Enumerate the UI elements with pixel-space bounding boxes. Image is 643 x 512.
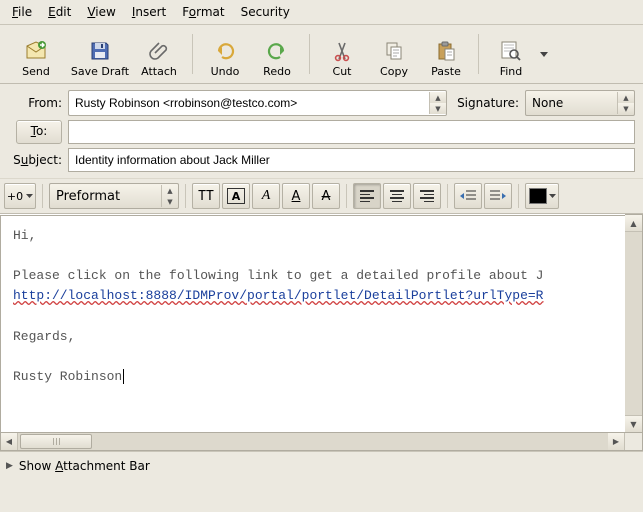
from-input[interactable] <box>69 96 429 110</box>
signature-label: Signature: <box>457 96 519 110</box>
find-icon <box>499 39 523 63</box>
strikethrough-button[interactable]: A <box>312 183 340 209</box>
vertical-scrollbar[interactable]: ▲ ▼ <box>625 214 643 433</box>
toolbar-overflow[interactable] <box>537 30 551 78</box>
from-label: From: <box>28 96 62 110</box>
underline-button[interactable]: A <box>282 183 310 209</box>
floppy-disk-icon <box>88 39 112 63</box>
from-combo[interactable]: ▲▼ <box>68 90 447 116</box>
send-button[interactable]: Send <box>4 29 68 79</box>
attachment-bar-toggle[interactable]: ▶ Show Attachment Bar <box>0 451 643 480</box>
scroll-down-button[interactable]: ▼ <box>625 415 642 432</box>
scissors-icon <box>330 39 354 63</box>
redo-button[interactable]: Redo <box>251 29 303 79</box>
horizontal-scrollbar[interactable]: ◀ ▶ <box>0 433 643 451</box>
align-left-button[interactable] <box>353 183 381 209</box>
menu-insert[interactable]: Insert <box>124 3 174 21</box>
send-mail-icon <box>24 39 48 63</box>
scroll-track[interactable] <box>625 232 642 415</box>
expander-triangle-icon: ▶ <box>6 461 13 471</box>
chevron-down-icon <box>549 194 556 198</box>
scroll-right-button[interactable]: ▶ <box>608 433 625 450</box>
subject-label: Subject: <box>13 153 62 167</box>
undo-icon <box>213 39 237 63</box>
scroll-thumb[interactable] <box>20 434 92 449</box>
scroll-track[interactable] <box>18 433 608 450</box>
align-center-icon <box>390 190 404 202</box>
font-size-button[interactable]: +0 <box>4 183 36 209</box>
align-right-icon <box>420 190 434 202</box>
save-draft-button[interactable]: Save Draft <box>68 29 132 79</box>
copy-icon <box>382 39 406 63</box>
copy-button[interactable]: Copy <box>368 29 420 79</box>
menu-file[interactable]: File <box>4 3 40 21</box>
find-button[interactable]: Find <box>485 29 537 79</box>
from-stepper[interactable]: ▲▼ <box>429 92 446 114</box>
italic-button[interactable]: A <box>252 183 280 209</box>
header-fields: From: ▲▼ Signature: None ▲▼ To: Subject: <box>5 88 638 174</box>
menubar: File Edit View Insert Format Security <box>0 0 643 25</box>
chevron-down-icon <box>26 194 33 198</box>
align-left-icon <box>360 190 374 202</box>
paste-button[interactable]: Paste <box>420 29 472 79</box>
menu-edit[interactable]: Edit <box>40 3 79 21</box>
toolbar-separator <box>192 34 193 74</box>
indent-button[interactable] <box>484 183 512 209</box>
detail-portlet-link[interactable]: http://localhost:8888/IDMProv/portal/por… <box>13 288 544 303</box>
to-input[interactable] <box>68 120 635 144</box>
bold-button[interactable]: A <box>222 183 250 209</box>
attach-button[interactable]: Attach <box>132 29 186 79</box>
toolbar-separator <box>309 34 310 74</box>
message-body[interactable]: Hi, Please click on the following link t… <box>0 215 626 433</box>
main-toolbar: Send Save Draft Attach Undo Redo Cut <box>0 25 643 84</box>
scroll-left-button[interactable]: ◀ <box>1 433 18 450</box>
align-right-button[interactable] <box>413 183 441 209</box>
unindent-icon <box>460 189 476 203</box>
align-center-button[interactable] <box>383 183 411 209</box>
undo-button[interactable]: Undo <box>199 29 251 79</box>
typewriter-button[interactable]: TT <box>192 183 220 209</box>
signature-stepper[interactable]: ▲▼ <box>617 92 634 114</box>
paragraph-style-combo[interactable]: Preformat ▲▼ <box>49 183 179 209</box>
signature-value: None <box>526 96 617 110</box>
text-caret <box>123 369 124 384</box>
paperclip-icon <box>147 39 171 63</box>
format-toolbar: +0 Preformat ▲▼ TT A A A A <box>0 178 643 214</box>
signature-combo[interactable]: None ▲▼ <box>525 90 635 116</box>
indent-icon <box>490 189 506 203</box>
menu-security[interactable]: Security <box>233 3 298 21</box>
cut-button[interactable]: Cut <box>316 29 368 79</box>
redo-icon <box>265 39 289 63</box>
menu-view[interactable]: View <box>79 3 123 21</box>
text-color-button[interactable] <box>525 183 559 209</box>
scroll-up-button[interactable]: ▲ <box>625 215 642 232</box>
color-swatch <box>529 188 547 204</box>
subject-input[interactable] <box>68 148 635 172</box>
chevron-down-icon <box>540 52 548 57</box>
unindent-button[interactable] <box>454 183 482 209</box>
menu-format[interactable]: Format <box>174 3 232 21</box>
paste-icon <box>434 39 458 63</box>
to-button[interactable]: To: <box>16 120 62 144</box>
toolbar-separator <box>478 34 479 74</box>
